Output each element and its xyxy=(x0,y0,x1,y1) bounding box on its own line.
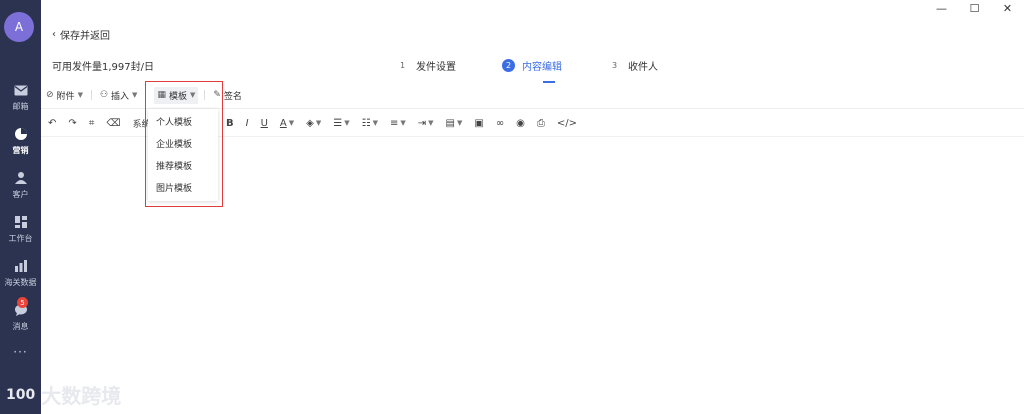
highlight-icon[interactable]: ◈ ▼ xyxy=(306,118,321,129)
active-step-underline xyxy=(543,81,555,83)
insert-user-icon: ⚇ xyxy=(99,90,109,100)
toolbar-separator xyxy=(90,90,92,100)
paperclip-icon: ⊘ xyxy=(46,90,54,100)
numbered-list-icon[interactable]: ☷ ▼ xyxy=(362,118,378,129)
bold-icon[interactable]: B xyxy=(226,118,234,129)
step-content-editing[interactable]: 2 内容编辑 xyxy=(502,58,562,73)
step-number: 3 xyxy=(611,61,618,70)
sending-quota: 可用发件量1,997封/日 xyxy=(52,62,154,73)
indent-icon[interactable]: ⇥ ▼ xyxy=(418,118,434,129)
watermark-text: 大数跨境 xyxy=(41,384,122,408)
chevron-down-icon: ▼ xyxy=(77,91,83,99)
table-icon[interactable]: ▤ ▼ xyxy=(446,118,463,129)
minimize-button[interactable]: — xyxy=(925,0,958,16)
editor-format-toolbar-right: B I U A ▼ ◈ ▼ ☰ ▼ ☷ ▼ ≡ ▼ ⇥ ▼ ▤ ▼ ▣ ∞ ◉ ⎙ </> xyxy=(226,116,589,130)
sidebar-item-label: 营销 xyxy=(12,146,29,155)
eraser-icon[interactable]: ⌫ xyxy=(106,118,120,129)
insert-label: 插入 xyxy=(111,91,130,102)
preview-eye-icon[interactable]: ◉ xyxy=(516,118,525,129)
save-and-back-label: 保存并返回 xyxy=(60,31,110,42)
sidebar-item-customers[interactable]: 客户 xyxy=(0,166,41,210)
italic-icon[interactable]: I xyxy=(246,118,249,129)
format-painter-icon[interactable]: ⌗ xyxy=(89,118,95,129)
sidebar-item-label: 工作台 xyxy=(8,234,33,243)
step-recipients[interactable]: 3 收件人 xyxy=(608,58,658,73)
font-color-icon[interactable]: A ▼ xyxy=(280,118,294,129)
step-label: 发件设置 xyxy=(416,62,456,73)
avatar[interactable]: A xyxy=(4,12,34,42)
step-label: 内容编辑 xyxy=(522,62,562,73)
user-icon xyxy=(13,170,29,186)
image-icon[interactable]: ▣ xyxy=(474,118,483,129)
chevron-down-icon: ▼ xyxy=(132,91,138,99)
sidebar-item-marketing[interactable]: 营销 xyxy=(0,122,41,166)
print-icon[interactable]: ⎙ xyxy=(537,118,545,129)
bar-chart-icon xyxy=(13,258,29,274)
chevron-left-icon: ‹ xyxy=(52,29,56,40)
mail-icon xyxy=(13,82,29,98)
step-indicator: 1 发件设置 2 内容编辑 3 收件人 xyxy=(396,58,704,73)
save-and-back-button[interactable]: ‹ 保存并返回 xyxy=(52,27,110,42)
signature-label: 签名 xyxy=(223,91,242,102)
underline-icon[interactable]: U xyxy=(261,118,268,129)
step-send-settings[interactable]: 1 发件设置 xyxy=(396,58,456,73)
link-icon[interactable]: ∞ xyxy=(496,118,504,129)
attachment-button[interactable]: ⊘ 附件 ▼ xyxy=(46,89,83,102)
sidebar-item-label: 海关数据 xyxy=(4,278,37,287)
sidebar-item-label: 客户 xyxy=(12,190,29,199)
align-icon[interactable]: ≡ ▼ xyxy=(390,118,406,129)
step-label: 收件人 xyxy=(628,62,658,73)
watermark-logo: 100 xyxy=(6,386,36,403)
dashboard-icon xyxy=(13,214,29,230)
attachment-label: 附件 xyxy=(56,91,75,102)
insert-button[interactable]: ⚇ 插入 ▼ xyxy=(100,89,137,102)
watermark: 100 大数跨境 xyxy=(6,380,121,409)
pie-chart-icon xyxy=(13,126,29,142)
more-icon[interactable]: ··· xyxy=(0,345,41,359)
sidebar-item-customs-data[interactable]: 海关数据 xyxy=(0,254,41,298)
sidebar: A 邮箱 营销 客户 工作台 海关数据 5 消息 ··· xyxy=(0,0,41,414)
bullet-list-icon[interactable]: ☰ ▼ xyxy=(333,118,349,129)
step-number: 2 xyxy=(502,59,515,72)
step-number: 1 xyxy=(399,61,406,70)
sidebar-item-mail[interactable]: 邮箱 xyxy=(0,78,41,122)
window-controls: — ☐ ✕ xyxy=(925,0,1024,16)
sidebar-item-messages[interactable]: 5 消息 xyxy=(0,297,41,342)
sidebar-item-workbench[interactable]: 工作台 xyxy=(0,210,41,254)
sidebar-item-label: 消息 xyxy=(12,322,29,331)
maximize-button[interactable]: ☐ xyxy=(958,0,991,16)
close-button[interactable]: ✕ xyxy=(991,0,1024,16)
sidebar-item-label: 邮箱 xyxy=(12,102,29,111)
unread-badge: 5 xyxy=(17,297,28,308)
highlight-box xyxy=(145,81,223,207)
undo-icon[interactable]: ↶ xyxy=(48,118,56,129)
redo-icon[interactable]: ↷ xyxy=(68,118,76,129)
source-code-icon[interactable]: </> xyxy=(557,118,577,129)
